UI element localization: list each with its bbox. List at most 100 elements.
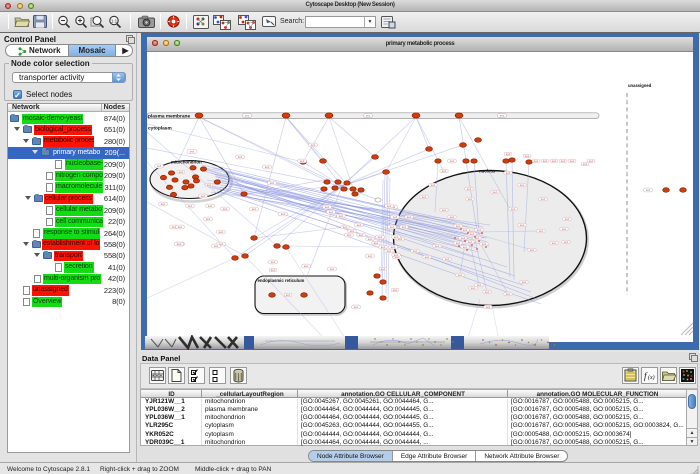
svg-text:text: text xyxy=(161,202,166,206)
svg-text:cytoplasm: cytoplasm xyxy=(148,126,172,132)
svg-text:text: text xyxy=(413,249,418,253)
svg-text:text: text xyxy=(366,114,371,118)
svg-text:text: text xyxy=(477,228,482,232)
svg-text:text: text xyxy=(330,267,335,271)
svg-text:plasma membrane: plasma membrane xyxy=(148,113,190,119)
svg-text:text: text xyxy=(271,268,276,272)
svg-text:text: text xyxy=(381,267,386,271)
svg-text:text: text xyxy=(450,215,455,219)
svg-text:text: text xyxy=(190,150,195,154)
svg-text:text: text xyxy=(541,197,546,201)
svg-text:nucleus: nucleus xyxy=(479,169,496,174)
svg-text:text: text xyxy=(493,190,498,194)
svg-text:text: text xyxy=(177,242,182,246)
svg-text:text: text xyxy=(252,207,257,211)
svg-text:text: text xyxy=(456,241,461,245)
svg-text:text: text xyxy=(347,233,352,237)
svg-text:text: text xyxy=(463,228,468,232)
svg-text:text: text xyxy=(214,244,219,248)
svg-text:endoplasmic reticulum: endoplasmic reticulum xyxy=(258,278,305,283)
svg-text:text: text xyxy=(561,159,566,163)
svg-text:text: text xyxy=(525,154,530,158)
svg-text:text: text xyxy=(461,236,466,240)
svg-text:mitochondrion: mitochondrion xyxy=(171,160,202,165)
svg-text:text: text xyxy=(552,159,557,163)
svg-text:text: text xyxy=(583,162,588,166)
svg-text:text: text xyxy=(359,233,364,237)
svg-text:text: text xyxy=(565,217,570,221)
svg-text:text: text xyxy=(506,171,511,175)
svg-text:text: text xyxy=(343,225,348,229)
svg-text:text: text xyxy=(219,230,224,234)
svg-text:text: text xyxy=(463,245,468,249)
svg-text:text: text xyxy=(458,273,463,277)
svg-text:text: text xyxy=(238,155,243,159)
svg-text:text: text xyxy=(207,183,212,187)
svg-text:text: text xyxy=(270,181,275,185)
svg-text:text: text xyxy=(500,114,505,118)
svg-text:(x): (x) xyxy=(648,374,655,381)
svg-text:text: text xyxy=(522,280,527,284)
svg-text:text: text xyxy=(543,159,548,163)
svg-text:text: text xyxy=(450,159,455,163)
svg-text:text: text xyxy=(391,245,396,249)
svg-text:text: text xyxy=(245,114,250,118)
svg-text:text: text xyxy=(387,204,392,208)
svg-text:text: text xyxy=(179,170,184,174)
svg-text:text: text xyxy=(506,292,511,296)
svg-text:text: text xyxy=(520,183,525,187)
svg-text:text: text xyxy=(530,248,535,252)
svg-text:text: text xyxy=(354,305,359,309)
svg-text:text: text xyxy=(368,237,373,241)
svg-text:text: text xyxy=(486,305,491,309)
svg-text:text: text xyxy=(393,288,398,292)
svg-text:text: text xyxy=(201,194,206,198)
svg-text:text: text xyxy=(552,241,557,245)
svg-text:text: text xyxy=(456,224,461,228)
svg-text:text: text xyxy=(329,210,334,214)
svg-text:text: text xyxy=(570,159,575,163)
svg-text:text: text xyxy=(311,143,316,147)
svg-text:text: text xyxy=(506,152,511,156)
svg-text:text: text xyxy=(520,223,525,227)
svg-text:text: text xyxy=(286,293,291,297)
svg-text:1:1: 1:1 xyxy=(111,19,118,24)
svg-text:text: text xyxy=(485,290,490,294)
svg-text:text: text xyxy=(471,286,476,290)
svg-text:text: text xyxy=(325,205,330,209)
svg-text:text: text xyxy=(387,249,392,253)
svg-text:text: text xyxy=(281,212,286,216)
svg-text:text: text xyxy=(646,188,651,192)
svg-text:text: text xyxy=(442,208,447,212)
svg-text:text: text xyxy=(378,235,383,239)
svg-text:text: text xyxy=(357,223,362,227)
svg-text:text: text xyxy=(374,241,379,245)
svg-text:text: text xyxy=(562,227,567,231)
svg-text:text: text xyxy=(467,187,472,191)
svg-text:text: text xyxy=(435,244,440,248)
svg-text:text: text xyxy=(564,240,569,244)
svg-text:text: text xyxy=(208,204,213,208)
svg-text:text: text xyxy=(468,240,473,244)
svg-text:text: text xyxy=(589,159,594,163)
svg-text:text: text xyxy=(534,159,539,163)
svg-text:text: text xyxy=(407,215,412,219)
svg-text:unassigned: unassigned xyxy=(628,83,652,88)
svg-text:text: text xyxy=(206,217,211,221)
svg-text:text: text xyxy=(511,207,516,211)
svg-text:text: text xyxy=(445,257,450,261)
svg-text:text: text xyxy=(271,260,276,264)
svg-text:text: text xyxy=(482,242,487,246)
svg-text:text: text xyxy=(339,214,344,218)
svg-text:text: text xyxy=(178,225,183,229)
svg-text:text: text xyxy=(393,215,398,219)
svg-text:text: text xyxy=(402,225,407,229)
svg-text:text: text xyxy=(381,245,386,249)
svg-text:text: text xyxy=(300,159,305,163)
svg-text:text: text xyxy=(265,165,270,169)
svg-text:text: text xyxy=(477,283,482,287)
svg-text:text: text xyxy=(188,204,193,208)
svg-text:text: text xyxy=(539,229,544,233)
svg-text:text: text xyxy=(368,254,373,258)
svg-text:text: text xyxy=(157,164,162,168)
